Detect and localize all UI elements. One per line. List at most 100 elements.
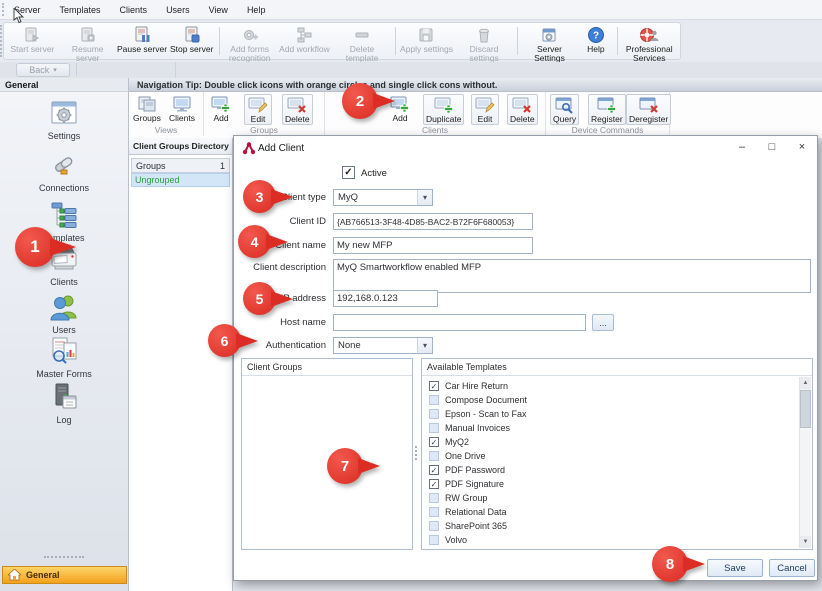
template-item[interactable]: ✓ Compose Document bbox=[423, 393, 798, 407]
annotation-pin-6: 6 bbox=[208, 324, 241, 357]
discard-settings-label: Discard settings bbox=[454, 45, 513, 63]
host-name-field[interactable] bbox=[333, 314, 586, 331]
resume-server-button[interactable]: Resume server bbox=[59, 24, 117, 58]
edit-icon bbox=[474, 95, 496, 115]
template-checkbox[interactable]: ✓ bbox=[429, 521, 439, 531]
menu-view[interactable]: View bbox=[207, 3, 230, 17]
discard-settings-button[interactable]: Discard settings bbox=[454, 24, 513, 58]
template-item[interactable]: ✓ PDF Signature bbox=[423, 477, 798, 491]
add-client-dialog: Add Client – □ × ✓ Active Client type My… bbox=[233, 135, 818, 581]
host-name-browse-button[interactable]: ... bbox=[592, 314, 614, 331]
clients-view-button[interactable]: Clients bbox=[169, 94, 195, 123]
delete-template-button[interactable]: Delete template bbox=[332, 24, 391, 58]
templates-scrollbar[interactable]: ▲ ▼ bbox=[799, 377, 811, 548]
client-id-field[interactable] bbox=[333, 213, 533, 230]
template-checkbox[interactable]: ✓ bbox=[429, 507, 439, 517]
template-checkbox[interactable]: ✓ bbox=[429, 395, 439, 405]
groups-view-button[interactable]: Groups bbox=[133, 94, 161, 123]
professional-services-button[interactable]: Professional Services bbox=[620, 24, 678, 58]
template-label: PDF Signature bbox=[445, 479, 504, 489]
client-duplicate-button[interactable]: Duplicate bbox=[423, 94, 464, 125]
sidebar-item-master-forms[interactable]: Master Forms bbox=[0, 334, 128, 379]
template-checkbox[interactable]: ✓ bbox=[429, 409, 439, 419]
group-add-button[interactable]: Add bbox=[210, 94, 232, 123]
deregister-button[interactable]: Deregister bbox=[626, 94, 671, 125]
add-workflow-button[interactable]: Add workflow bbox=[277, 24, 333, 58]
auth-method-select[interactable]: None ▾ bbox=[333, 337, 433, 354]
ribbon-caption-views: Views bbox=[129, 125, 203, 135]
cancel-button[interactable]: Cancel bbox=[769, 559, 815, 577]
scroll-up-icon[interactable]: ▲ bbox=[800, 377, 811, 389]
toolbar-separator bbox=[517, 27, 518, 55]
template-checkbox[interactable]: ✓ bbox=[429, 381, 439, 391]
back-button[interactable]: Back ▾ bbox=[16, 63, 70, 77]
template-item[interactable]: ✓ Car Hire Return bbox=[423, 379, 798, 393]
add-forms-recognition-button[interactable]: Add forms recognition bbox=[223, 24, 277, 58]
sidebar-item-label: Log bbox=[56, 415, 71, 425]
active-checkbox[interactable]: ✓ bbox=[342, 166, 355, 179]
client-name-field[interactable] bbox=[333, 237, 533, 254]
apply-settings-button[interactable]: Apply settings bbox=[399, 24, 455, 58]
template-checkbox[interactable]: ✓ bbox=[429, 479, 439, 489]
stop-server-button[interactable]: Stop server bbox=[168, 24, 216, 58]
add-workflow-label: Add workflow bbox=[279, 45, 330, 54]
client-groups-panel-title: Client Groups bbox=[247, 362, 302, 372]
template-item[interactable]: ✓ RW Group bbox=[423, 491, 798, 505]
log-icon bbox=[47, 380, 81, 414]
list-item-ungrouped[interactable]: Ungrouped bbox=[131, 173, 230, 187]
available-templates-title: Available Templates bbox=[427, 362, 507, 372]
pause-server-button[interactable]: Pause server bbox=[116, 24, 167, 58]
toolbar-grip bbox=[2, 3, 5, 16]
client-description-field[interactable]: MyQ Smartworkflow enabled MFP bbox=[333, 259, 811, 293]
minimize-button[interactable]: – bbox=[730, 138, 754, 156]
sidebar-item-users[interactable]: Users bbox=[0, 290, 128, 335]
register-button[interactable]: Register bbox=[588, 94, 626, 125]
help-button[interactable]: ? Help bbox=[578, 24, 613, 58]
menu-templates[interactable]: Templates bbox=[58, 3, 103, 17]
sidebar-item-settings[interactable]: Settings bbox=[0, 96, 128, 141]
server-settings-button[interactable]: Server Settings bbox=[521, 24, 579, 58]
deregister-label: Deregister bbox=[629, 115, 668, 124]
close-button[interactable]: × bbox=[790, 138, 814, 156]
client-delete-button[interactable]: Delete bbox=[507, 94, 538, 125]
template-item[interactable]: ✓ One Drive bbox=[423, 449, 798, 463]
template-item[interactable]: ✓ Volvo bbox=[423, 533, 798, 547]
discard-settings-icon bbox=[474, 26, 494, 44]
template-checkbox[interactable]: ✓ bbox=[429, 451, 439, 461]
menu-help[interactable]: Help bbox=[245, 3, 268, 17]
mouse-cursor bbox=[13, 8, 25, 24]
template-checkbox[interactable]: ✓ bbox=[429, 437, 439, 447]
template-item[interactable]: ✓ PDF Password bbox=[423, 463, 798, 477]
template-checkbox[interactable]: ✓ bbox=[429, 423, 439, 433]
template-checkbox[interactable]: ✓ bbox=[429, 465, 439, 475]
maximize-button[interactable]: □ bbox=[760, 138, 784, 156]
sidebar-footer-general[interactable]: General bbox=[2, 566, 127, 584]
group-edit-button[interactable]: Edit bbox=[244, 94, 272, 125]
start-server-button[interactable]: Start server bbox=[6, 24, 59, 58]
query-button[interactable]: Query bbox=[550, 94, 579, 125]
toolbar-separator bbox=[617, 27, 618, 55]
client-type-select[interactable]: MyQ ▾ bbox=[333, 189, 433, 206]
template-item[interactable]: ✓ Epson - Scan to Fax bbox=[423, 407, 798, 421]
menu-clients[interactable]: Clients bbox=[118, 3, 150, 17]
template-checkbox[interactable]: ✓ bbox=[429, 493, 439, 503]
annotation-pin-5: 5 bbox=[243, 282, 276, 315]
sidebar-item-connections[interactable]: Connections bbox=[0, 148, 128, 193]
template-item[interactable]: ✓ Relational Data bbox=[423, 505, 798, 519]
ip-address-field[interactable] bbox=[333, 290, 438, 307]
menu-users[interactable]: Users bbox=[164, 3, 192, 17]
panel-splitter[interactable] bbox=[415, 446, 417, 460]
client-edit-button[interactable]: Edit bbox=[471, 94, 499, 125]
sidebar-item-log[interactable]: Log bbox=[0, 380, 128, 425]
scroll-down-icon[interactable]: ▼ bbox=[800, 536, 811, 548]
directory-groups-header[interactable]: Groups 1 bbox=[131, 158, 230, 173]
template-item[interactable]: ✓ SharePoint 365 bbox=[423, 519, 798, 533]
template-item[interactable]: ✓ MyQ2 bbox=[423, 435, 798, 449]
save-button[interactable]: Save bbox=[707, 559, 763, 577]
scrollbar-thumb[interactable] bbox=[800, 390, 811, 428]
group-delete-button[interactable]: Delete bbox=[282, 94, 313, 125]
template-checkbox[interactable]: ✓ bbox=[429, 535, 439, 545]
template-item[interactable]: ✓ Manual Invoices bbox=[423, 421, 798, 435]
sidebar-resize-handle[interactable] bbox=[44, 556, 84, 559]
annotation-pin-2: 2 bbox=[342, 83, 378, 119]
